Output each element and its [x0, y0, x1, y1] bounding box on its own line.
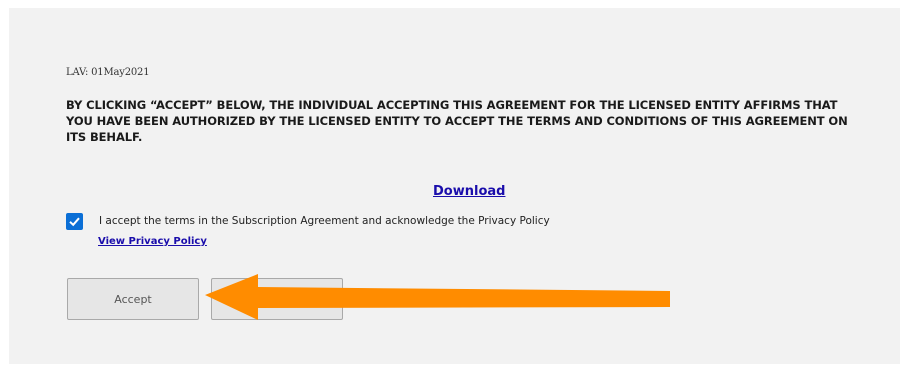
checkmark-icon	[69, 217, 80, 227]
affirmation-text: BY CLICKING “ACCEPT” BELOW, THE INDIVIDU…	[66, 98, 848, 144]
decline-button[interactable]	[211, 278, 343, 320]
accept-terms-checkbox[interactable]	[66, 213, 83, 230]
view-privacy-policy-link[interactable]: View Privacy Policy	[98, 236, 207, 247]
download-link[interactable]: Download	[433, 184, 505, 199]
accept-terms-label: I accept the terms in the Subscription A…	[99, 215, 550, 227]
agreement-version-label: LAV: 01May2021	[66, 67, 150, 78]
accept-button[interactable]: Accept	[67, 278, 199, 320]
